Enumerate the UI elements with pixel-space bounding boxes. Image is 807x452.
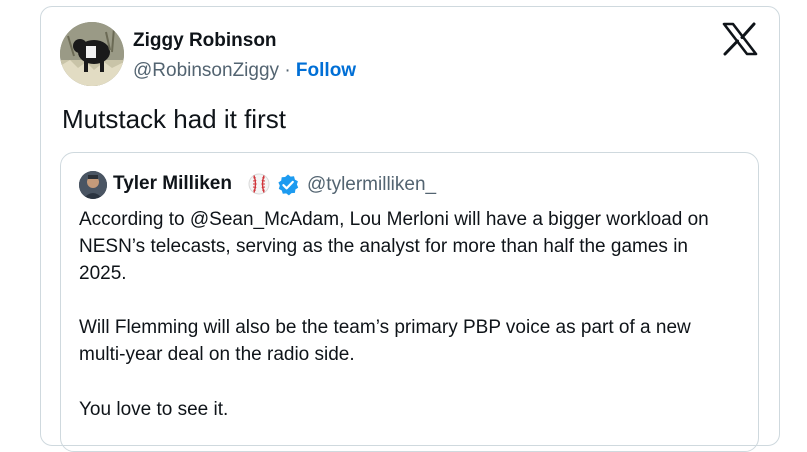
x-logo-icon[interactable] — [722, 22, 758, 56]
avatar-image — [60, 22, 124, 86]
quoted-paragraph-2: Will Flemming will also be the team’s pr… — [79, 317, 691, 365]
quoted-author-name[interactable]: Tyler Milliken — [113, 173, 232, 195]
verified-badge-icon — [276, 173, 300, 197]
quoted-author-handle[interactable]: @tylermilliken_ — [307, 174, 436, 196]
quoted-avatar[interactable] — [79, 171, 107, 199]
follow-button[interactable]: Follow — [296, 60, 356, 81]
author-handle[interactable]: @RobinsonZiggy — [133, 60, 279, 81]
author-handle-row: @RobinsonZiggy · Follow — [133, 60, 356, 82]
separator-dot: · — [284, 60, 291, 81]
author-name[interactable]: Ziggy Robinson — [133, 30, 277, 52]
quoted-paragraph-3: You love to see it. — [79, 399, 229, 420]
quoted-paragraph-1: According to @Sean_McAdam, Lou Merloni w… — [79, 209, 709, 284]
baseball-icon — [248, 173, 270, 195]
tweet-text: Mutstack had it first — [62, 104, 286, 134]
avatar[interactable] — [60, 22, 124, 86]
